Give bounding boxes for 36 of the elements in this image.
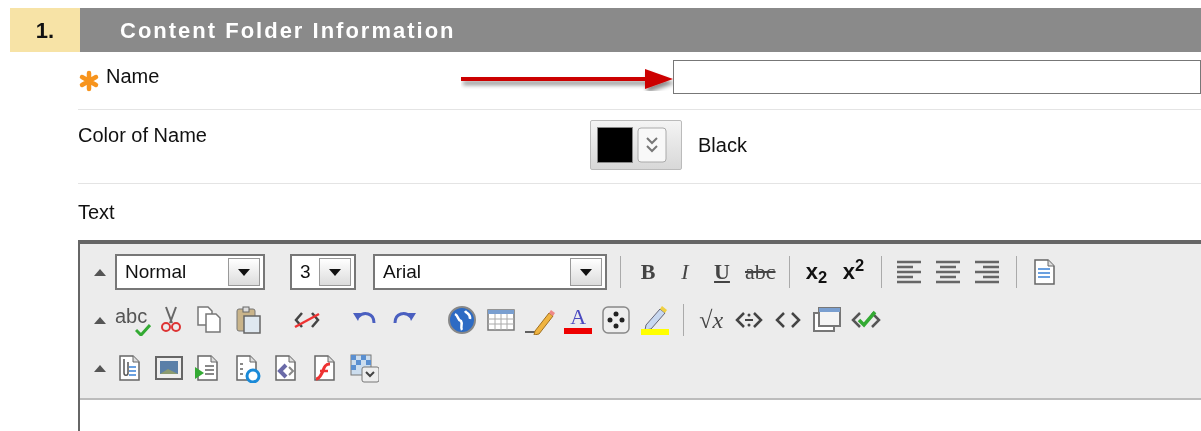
mashup-icon[interactable] [349,353,379,383]
window-icon[interactable] [812,305,843,335]
text-editor[interactable]: Normal 3 Arial B I U abc x$_{2}$ x$^{2}$ abc A √x [78,240,1201,431]
subscript-button[interactable]: x$_{2}$ [802,261,831,283]
chevron-icon [637,127,667,163]
math-button[interactable]: √x [697,308,726,332]
spellcheck-button[interactable]: abc [115,306,148,334]
caret-icon [329,268,341,276]
strikethrough-button[interactable]: abc [745,261,776,283]
collapse-icon [94,268,106,276]
font-color-button[interactable]: A [564,306,593,334]
image-icon[interactable] [154,353,184,383]
required-icon [78,70,100,93]
dropdown[interactable]: 3 [290,254,356,290]
caret-icon [580,268,592,276]
color-picker-button[interactable] [590,120,682,170]
dropdown[interactable]: Arial [373,254,607,290]
highlighter-icon[interactable] [640,305,671,335]
underline-button[interactable]: U [708,261,736,283]
dropdown[interactable]: Normal [115,254,265,290]
field-label: Color of Name [78,123,208,148]
field-label: Name [106,63,160,89]
color-value: Black [698,133,747,158]
dice-icon[interactable] [601,305,632,335]
bold-button[interactable]: B [634,261,662,283]
collapse-icon [94,316,106,324]
name-field[interactable] [673,59,1201,94]
section-title: Content Folder Information [80,8,1201,52]
globe-icon[interactable] [447,305,478,335]
italic-button[interactable]: I [671,261,699,283]
collapse-icon [94,364,106,372]
field-label: Text [78,200,115,225]
caret-icon [238,268,250,276]
check-icon [135,324,152,336]
superscript-button[interactable]: x$^{2}$ [839,261,868,283]
section-number: 1. [10,8,80,52]
